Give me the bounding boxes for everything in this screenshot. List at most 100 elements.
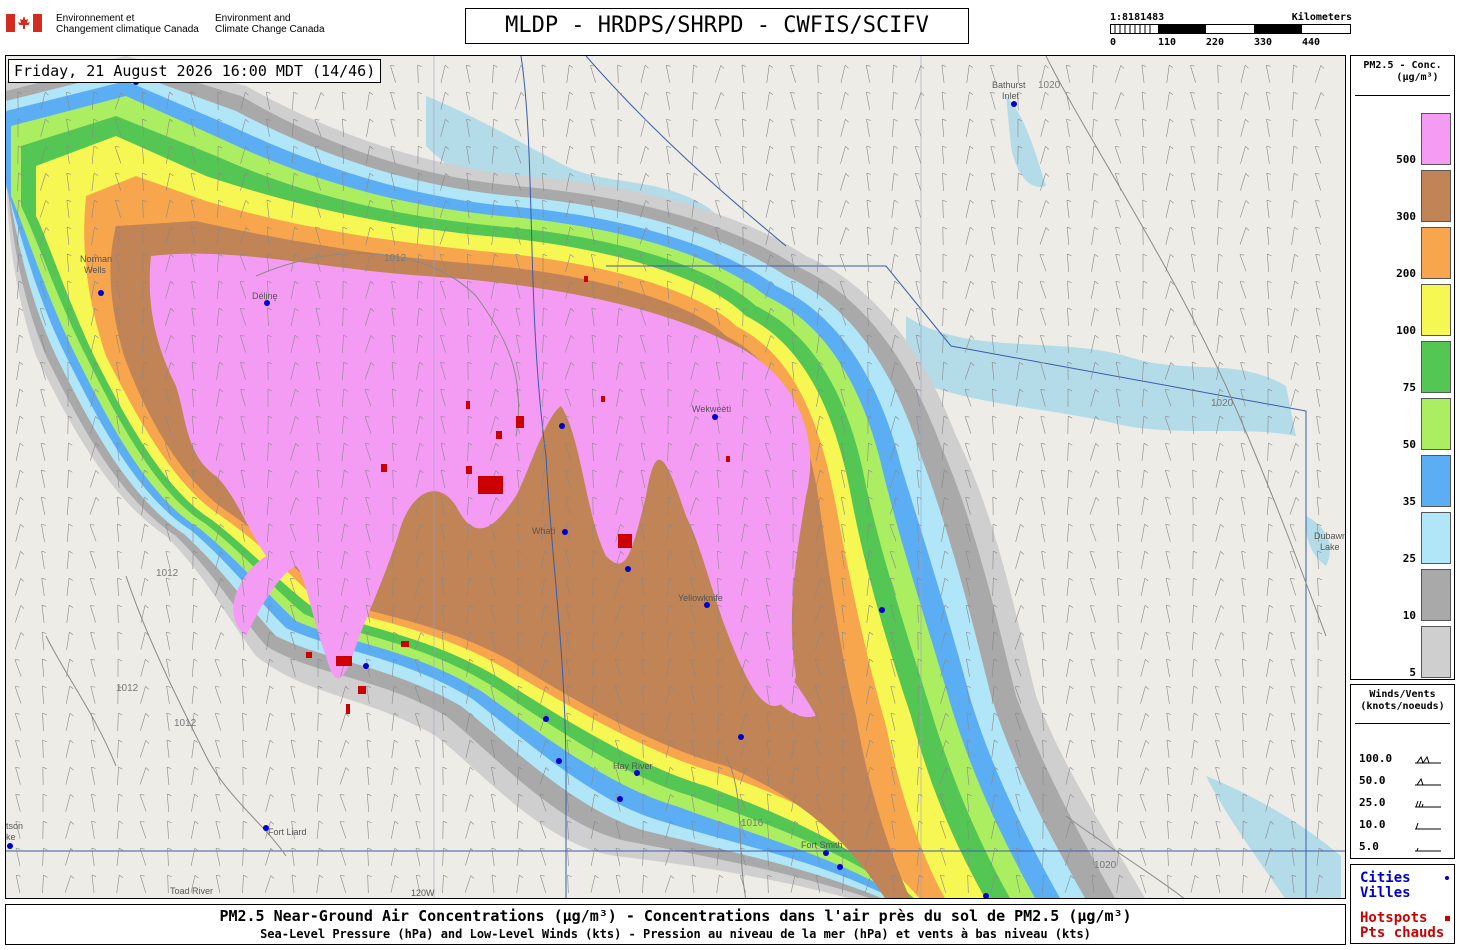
wind-barb xyxy=(790,65,796,83)
wind-barb xyxy=(1015,524,1024,542)
wind-barb xyxy=(590,145,596,164)
canada-flag-icon xyxy=(6,14,42,32)
wind-barb xyxy=(390,820,399,839)
wind-barb xyxy=(1114,119,1122,137)
wind-barb xyxy=(691,145,698,164)
wind-barb xyxy=(1215,874,1221,893)
wind-barb xyxy=(317,739,323,759)
wind-barb xyxy=(1266,172,1272,191)
wind-barb xyxy=(964,443,972,461)
legend-level-label: 25 xyxy=(1402,552,1416,565)
wind-barb xyxy=(1316,820,1323,839)
scale-ratio: 1:8181483 xyxy=(1110,12,1165,23)
wind-barb xyxy=(291,847,297,866)
city-dot xyxy=(363,663,369,669)
wind-barb xyxy=(992,469,997,489)
wind-barb xyxy=(1117,631,1123,651)
wind-barb xyxy=(567,874,572,894)
wind-barb xyxy=(1191,334,1197,353)
wind-barb xyxy=(965,254,974,272)
wind-barb xyxy=(1166,766,1172,785)
hotspot-marker xyxy=(358,686,366,694)
place-label-bathurst-inlet: Bathurst xyxy=(992,80,1026,90)
wind-barb xyxy=(817,64,822,84)
wind-barb xyxy=(514,119,522,137)
wind-barb xyxy=(442,766,448,786)
wind-barb xyxy=(1266,658,1274,677)
wind-barb xyxy=(1142,145,1147,164)
wind-barb xyxy=(1316,496,1322,515)
wind-barb xyxy=(1164,443,1172,461)
wind-barb xyxy=(65,767,74,785)
wind-barb xyxy=(1115,334,1121,353)
wind-barb xyxy=(990,226,996,245)
wind-barb xyxy=(417,64,422,84)
wind-barb xyxy=(1266,604,1274,623)
wind-barb xyxy=(166,712,172,731)
wind-barb xyxy=(941,388,948,407)
wind-barb xyxy=(1264,875,1275,893)
wind-barb xyxy=(516,820,523,839)
wind-barb xyxy=(1117,604,1122,624)
wind-barb xyxy=(590,65,596,83)
wind-barb xyxy=(817,172,823,192)
wind-barb xyxy=(1117,766,1123,785)
wind-barb xyxy=(15,578,25,596)
wind-barb xyxy=(290,739,296,758)
wind-barb xyxy=(166,658,171,677)
wind-barb xyxy=(64,875,75,893)
wind-barb xyxy=(1040,119,1049,137)
city-dot xyxy=(712,414,718,420)
wind-barb xyxy=(914,173,922,191)
wind-barb xyxy=(14,632,25,650)
wind-barb xyxy=(1116,442,1122,461)
wind-barb xyxy=(1215,524,1224,542)
wind-barb xyxy=(1067,280,1072,299)
smoke-forecast-map[interactable]: 1012 1012 1012 1012 1020 1020 1020 1016 xyxy=(5,55,1346,899)
wind-barb xyxy=(666,172,672,191)
wind-barb xyxy=(1291,172,1298,191)
wind-barb xyxy=(742,172,747,192)
wind-barb xyxy=(990,119,996,137)
wind-barb xyxy=(1016,307,1023,326)
wind-barb xyxy=(1117,685,1123,705)
wind-barb xyxy=(166,766,172,785)
wind-barb xyxy=(191,739,199,758)
wind-barb xyxy=(41,550,46,569)
wind-barb xyxy=(1290,685,1296,704)
wind-barb xyxy=(1290,605,1296,623)
wind-barb xyxy=(1116,469,1122,488)
wind-barb xyxy=(1214,605,1225,623)
wind-barb xyxy=(214,659,222,677)
wind-barb-50-icon xyxy=(1415,777,1441,786)
wind-barb xyxy=(41,658,47,677)
wind-barb xyxy=(1291,253,1299,272)
wind-barb xyxy=(1141,91,1147,110)
wind-barb xyxy=(1290,632,1296,650)
hotspot-marker xyxy=(346,704,350,714)
wind-barb xyxy=(1065,712,1074,731)
wind-barb xyxy=(1065,64,1071,83)
wind-barb xyxy=(465,821,474,839)
wind-barb xyxy=(1115,254,1121,272)
forecast-timestamp: Friday, 21 August 2026 16:00 MDT (14/46) xyxy=(8,59,382,83)
wind-barb xyxy=(765,199,774,218)
wind-barb xyxy=(817,145,823,165)
wind-barb xyxy=(317,712,323,732)
wind-barb xyxy=(790,145,796,164)
wind-barb xyxy=(1215,469,1224,488)
legend-level-label: 200 xyxy=(1396,267,1416,280)
wind-barb xyxy=(566,91,574,110)
wind-barb xyxy=(90,632,96,650)
wind-barb xyxy=(415,847,421,866)
wind-barb xyxy=(1040,469,1046,488)
wind-barb xyxy=(1066,172,1072,191)
city-dot-icon xyxy=(1445,876,1449,880)
wind-barb xyxy=(1291,793,1296,812)
isobar-label: 1012 xyxy=(156,568,179,579)
wind-barb xyxy=(390,65,396,83)
wind-barb xyxy=(1267,334,1272,354)
wind-barb xyxy=(89,497,100,515)
wind-barb xyxy=(16,361,24,380)
wind-barb xyxy=(140,875,146,893)
